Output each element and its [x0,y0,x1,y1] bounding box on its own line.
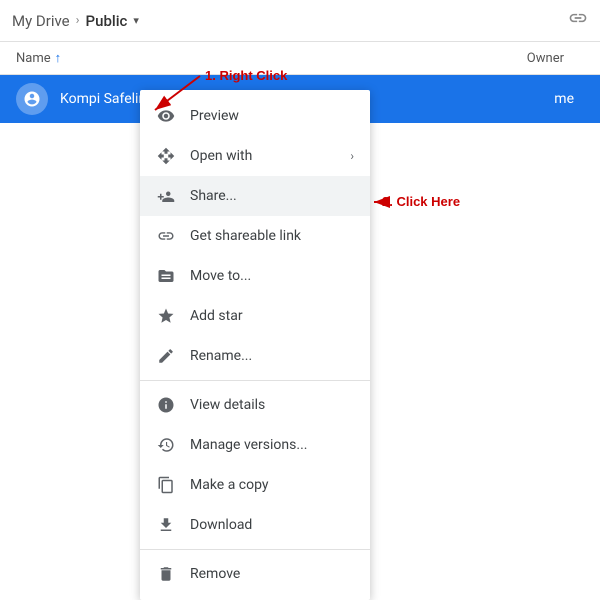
chevron-down-icon[interactable]: ▾ [133,14,139,27]
shareable-link-icon[interactable] [568,8,588,33]
menu-item-get-link-label: Get shareable link [190,228,354,244]
menu-item-open-with-label: Open with [190,148,336,164]
menu-item-view-details-label: View details [190,397,354,413]
menu-item-share[interactable]: Share... [140,176,370,216]
file-owner: me [554,91,584,107]
eye-icon [156,106,176,126]
menu-item-download[interactable]: Download [140,505,370,545]
menu-divider [140,380,370,381]
submenu-arrow-icon: › [350,149,354,163]
menu-item-view-details[interactable]: View details [140,385,370,425]
menu-item-add-star-label: Add star [190,308,354,324]
menu-item-manage-versions-label: Manage versions... [190,437,354,453]
menu-item-open-with[interactable]: Open with › [140,136,370,176]
context-menu: Preview Open with › Share... Get shareable l… [140,90,370,600]
breadcrumb-my-drive[interactable]: My Drive [12,12,70,30]
menu-item-get-link[interactable]: Get shareable link [140,216,370,256]
menu-divider [140,549,370,550]
owner-column-header: Owner [527,51,584,66]
rename-icon [156,346,176,366]
trash-icon [156,564,176,584]
menu-item-make-copy[interactable]: Make a copy [140,465,370,505]
name-column-header[interactable]: Name ↑ [16,50,61,66]
svg-text:2. Click Here: 2. Click Here [382,194,460,209]
menu-item-move-to[interactable]: Move to... [140,256,370,296]
menu-item-remove-label: Remove [190,566,354,582]
menu-item-preview-label: Preview [190,108,354,124]
versions-icon [156,435,176,455]
file-avatar [16,83,48,115]
menu-item-share-label: Share... [190,188,354,204]
column-header-row: Name ↑ Owner [0,42,600,75]
sort-icon: ↑ [55,50,62,66]
menu-item-rename[interactable]: Rename... [140,336,370,376]
info-icon [156,395,176,415]
menu-item-preview[interactable]: Preview [140,96,370,136]
menu-item-remove[interactable]: Remove [140,554,370,594]
copy-icon [156,475,176,495]
breadcrumb: My Drive › Public ▾ [12,12,139,30]
share-icon [156,186,176,206]
menu-item-move-to-label: Move to... [190,268,354,284]
header: My Drive › Public ▾ [0,0,600,42]
breadcrumb-public[interactable]: Public [86,12,128,30]
menu-item-add-star[interactable]: Add star [140,296,370,336]
menu-item-download-label: Download [190,517,354,533]
breadcrumb-separator: › [76,13,80,28]
open-with-icon [156,146,176,166]
link-icon [156,226,176,246]
menu-item-manage-versions[interactable]: Manage versions... [140,425,370,465]
download-icon [156,515,176,535]
move-icon [156,266,176,286]
star-icon [156,306,176,326]
menu-item-rename-label: Rename... [190,348,354,364]
menu-item-make-copy-label: Make a copy [190,477,354,493]
